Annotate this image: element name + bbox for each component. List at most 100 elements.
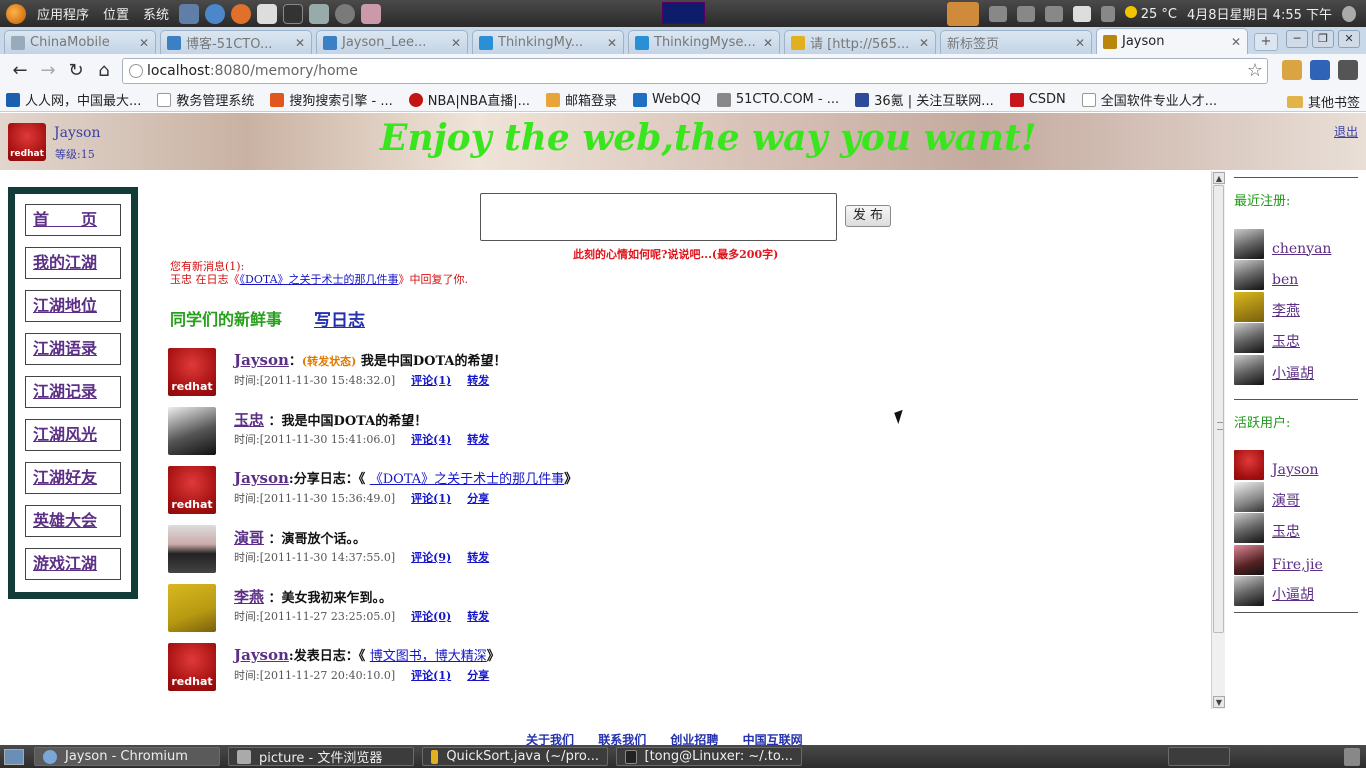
trash-icon[interactable] — [1344, 748, 1360, 766]
user-link[interactable]: Fire,jie — [1272, 557, 1323, 573]
feed-author[interactable]: Jayson — [234, 646, 289, 664]
bookmark-nba[interactable]: NBA|NBA直播|... — [408, 90, 530, 109]
maximize-button[interactable]: ❐ — [1312, 30, 1334, 48]
tab-thinkingmyse[interactable]: ThinkingMyse... ✕ — [628, 30, 780, 54]
feed-blog-link[interactable]: 《DOTA》之关于术士的那几件事 — [370, 472, 564, 487]
tab-jayson-lee[interactable]: Jayson_Lee... ✕ — [316, 30, 468, 54]
recent-user[interactable]: 小逼胡 — [1234, 353, 1358, 385]
network-icon[interactable] — [988, 5, 1007, 22]
feed-author[interactable]: Jayson — [234, 469, 289, 487]
tab-565[interactable]: 请 [http://565... ✕ — [784, 30, 936, 54]
scrollbar-thumb[interactable] — [1213, 185, 1224, 633]
comment-link[interactable]: 评论(1) — [411, 492, 451, 505]
taskbar-chromium[interactable]: Jayson - Chromium — [34, 747, 220, 766]
user-avatar[interactable] — [8, 123, 46, 161]
tab-51cto-blog[interactable]: 博客-51CTO... ✕ — [160, 30, 312, 54]
scroll-down-arrow-icon[interactable]: ▼ — [1213, 696, 1225, 708]
tab-close-icon[interactable]: ✕ — [919, 36, 929, 50]
tab-close-icon[interactable]: ✕ — [763, 36, 773, 50]
nav-my-jianghu[interactable]: 我的江湖 — [25, 247, 121, 279]
taskbar-file-browser[interactable]: picture - 文件浏览器 — [228, 747, 414, 766]
chromium-launcher-icon[interactable] — [205, 3, 226, 24]
recent-user[interactable]: ben — [1234, 259, 1358, 290]
user-avatar[interactable] — [1234, 576, 1264, 606]
close-window-button[interactable]: ✕ — [1338, 30, 1360, 48]
user-avatar[interactable] — [1234, 450, 1264, 480]
feed-scrollbar[interactable]: ▲ ▼ — [1211, 171, 1225, 709]
clock[interactable]: 4月8日星期日 4:55 下午 — [1187, 4, 1332, 23]
nav-friends[interactable]: 江湖好友 — [25, 462, 121, 494]
notice-blog-link[interactable]: 《DOTA》之关于术士的那几件事 — [240, 273, 399, 286]
user-link[interactable]: ben — [1272, 272, 1298, 288]
gnome-foot-icon[interactable] — [6, 3, 26, 24]
active-user[interactable]: Fire,jie — [1234, 543, 1358, 575]
user-avatar[interactable] — [1234, 544, 1264, 575]
tab-close-icon[interactable]: ✕ — [451, 36, 461, 50]
volume-icon[interactable] — [1044, 5, 1063, 22]
reload-button[interactable]: ↻ — [62, 57, 90, 85]
bookmark-renren[interactable]: 人人网，中国最大... — [6, 90, 141, 109]
contacts-launcher-icon[interactable] — [361, 3, 382, 24]
user-avatar[interactable] — [1234, 481, 1264, 512]
tab-thinkingmy[interactable]: ThinkingMy... ✕ — [472, 30, 624, 54]
taskbar-terminal[interactable]: [tong@Linuxer: ~/.to... — [616, 747, 802, 766]
user-link[interactable]: 小逼胡 — [1272, 584, 1314, 604]
tab-new-tab-page[interactable]: 新标签页 ✕ — [940, 30, 1092, 54]
facebook-extension-icon[interactable] — [1310, 60, 1330, 80]
feed-author[interactable]: 李燕 — [234, 588, 264, 606]
firefox-launcher-icon[interactable] — [231, 3, 252, 24]
footer-about[interactable]: 关于我们 — [526, 733, 574, 745]
taskbar-chromium-2[interactable] — [1168, 747, 1230, 766]
status-textarea[interactable] — [480, 193, 837, 241]
text-editor-launcher-icon[interactable] — [257, 3, 278, 24]
nav-games[interactable]: 游戏江湖 — [25, 548, 121, 580]
user-avatar[interactable] — [1234, 228, 1264, 259]
comment-link[interactable]: 评论(4) — [411, 433, 451, 446]
recent-user[interactable]: 李燕 — [1234, 290, 1358, 322]
signal-icon[interactable] — [1100, 5, 1115, 22]
home-button[interactable]: ⌂ — [90, 57, 118, 85]
nav-quotes[interactable]: 江湖语录 — [25, 333, 121, 365]
nav-status[interactable]: 江湖地位 — [25, 290, 121, 322]
menu-system[interactable]: 系统 — [136, 4, 176, 23]
logout-link[interactable]: 退出 — [1334, 123, 1358, 140]
virtualbox-launcher-icon[interactable] — [179, 3, 200, 24]
bookmark-36kr[interactable]: 36氪 | 关注互联网... — [855, 90, 994, 109]
power-icon[interactable] — [1016, 5, 1035, 22]
recent-user[interactable]: 玉忠 — [1234, 322, 1358, 353]
active-user[interactable]: 演哥 — [1234, 480, 1358, 512]
user-link[interactable]: 小逼胡 — [1272, 363, 1314, 383]
feed-avatar[interactable] — [168, 466, 216, 514]
feed-avatar[interactable] — [168, 643, 216, 691]
mail-icon[interactable] — [1072, 5, 1091, 22]
feed-author[interactable]: 演哥 — [234, 529, 264, 547]
bookmark-sogou[interactable]: 搜狗搜索引擎 - ... — [270, 90, 393, 109]
header-username[interactable]: Jayson — [54, 125, 101, 141]
bookmark-csdn[interactable]: CSDN — [1009, 92, 1066, 107]
share-link[interactable]: 转发 — [467, 610, 489, 623]
bookmark-softtalent[interactable]: 全国软件专业人才... — [1081, 90, 1217, 109]
tab-chinamobile[interactable]: ChinaMobile ✕ — [4, 30, 156, 54]
share-link[interactable]: 转发 — [467, 433, 489, 446]
comment-link[interactable]: 评论(1) — [411, 374, 451, 387]
feed-avatar[interactable] — [168, 525, 216, 573]
feed-avatar[interactable] — [168, 348, 216, 396]
active-user[interactable]: 玉忠 — [1234, 512, 1358, 543]
settings-launcher-icon[interactable] — [309, 3, 330, 24]
active-user[interactable]: 小逼胡 — [1234, 575, 1358, 606]
feed-avatar[interactable] — [168, 584, 216, 632]
notification-applet-icon[interactable] — [946, 1, 979, 26]
bookmark-webqq[interactable]: WebQQ — [633, 92, 701, 107]
tab-close-icon[interactable]: ✕ — [607, 36, 617, 50]
tab-close-icon[interactable]: ✕ — [1231, 35, 1241, 49]
user-avatar[interactable] — [1234, 291, 1264, 322]
back-button[interactable]: ← — [6, 57, 34, 85]
show-desktop-icon[interactable] — [4, 748, 24, 765]
comment-link[interactable]: 评论(0) — [411, 610, 451, 623]
user-avatar[interactable] — [1234, 513, 1264, 543]
user-link[interactable]: chenyan — [1272, 241, 1331, 257]
terminal-launcher-icon[interactable] — [283, 3, 304, 24]
user-link[interactable]: 玉忠 — [1272, 331, 1300, 351]
menu-places[interactable]: 位置 — [96, 4, 136, 23]
other-bookmarks[interactable]: 其他书签 — [1286, 92, 1360, 111]
